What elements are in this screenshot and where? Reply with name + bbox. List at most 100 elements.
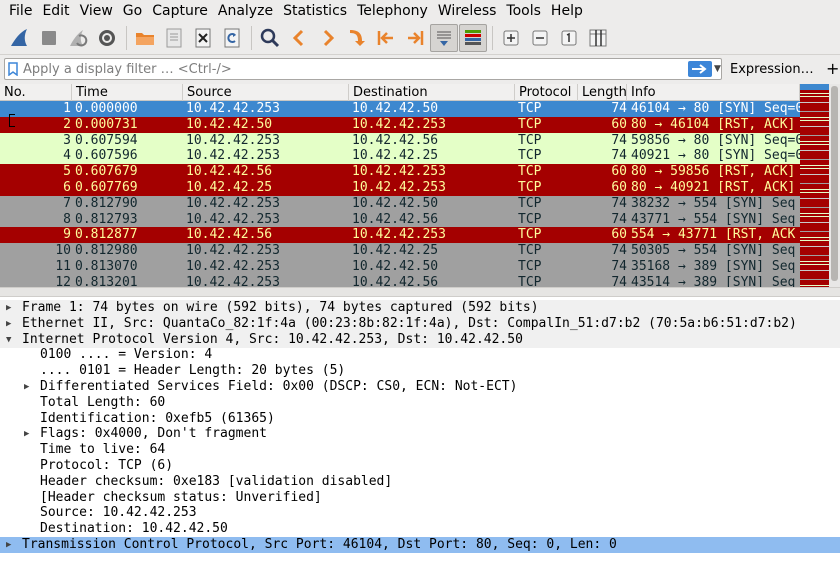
minimap-stripe — [800, 174, 829, 175]
packet-cell-src: 10.42.42.25 — [186, 180, 273, 195]
packet-cell-proto: TCP — [518, 227, 542, 243]
packet-row[interactable]: 2 0.000731 10.42.42.50 10.42.42.253 TCP 60 80 … — [0, 116, 800, 133]
collapsed-arrow-icon[interactable]: ▶ — [6, 537, 16, 553]
col-source-header[interactable]: Source — [183, 84, 349, 101]
go-first-packet-icon[interactable] — [372, 24, 400, 52]
normal-size-icon[interactable] — [555, 24, 583, 52]
packet-minimap[interactable] — [800, 84, 829, 287]
expanded-arrow-icon[interactable]: ▼ — [6, 332, 16, 348]
capture-options-gear-icon[interactable] — [93, 24, 121, 52]
packet-row[interactable]: 4 0.607596 10.42.42.253 10.42.42.25 TCP 74 409… — [0, 148, 800, 165]
menu-go[interactable]: Go — [118, 0, 147, 22]
apply-filter-arrow-icon[interactable] — [688, 61, 712, 77]
reload-file-icon[interactable] — [218, 24, 246, 52]
detail-line[interactable]: Total Length: 60 — [0, 395, 840, 411]
expression-button[interactable]: Expression… — [730, 55, 814, 84]
go-forward-arrow-icon[interactable] — [314, 24, 342, 52]
detail-line[interactable]: Header checksum: 0xe183 [validation disa… — [0, 474, 840, 490]
col-time-header[interactable]: Time — [72, 84, 183, 101]
colorize-packets-icon[interactable] — [459, 24, 487, 52]
add-filter-button[interactable]: + — [826, 55, 839, 83]
minimap-stripe — [800, 237, 829, 238]
filter-bookmark-icon[interactable] — [8, 62, 18, 76]
detail-line[interactable]: Source: 10.42.42.253 — [0, 505, 840, 521]
col-length-header[interactable]: Length — [578, 84, 627, 101]
detail-text: Transmission Control Protocol, Src Port:… — [22, 537, 617, 552]
packet-cell-info: 38232 → 554 [SYN] Seq — [631, 195, 796, 211]
save-file-icon[interactable] — [160, 24, 188, 52]
go-back-arrow-icon[interactable] — [285, 24, 313, 52]
zoom-in-icon[interactable] — [497, 24, 525, 52]
packet-row[interactable]: 11 0.813070 10.42.42.253 10.42.42.50 TCP 74 35… — [0, 259, 800, 275]
col-info-header[interactable]: Info — [627, 84, 800, 101]
packet-row[interactable]: 8 0.812793 10.42.42.253 10.42.42.56 TCP 74 437… — [0, 211, 800, 228]
menu-help[interactable]: Help — [546, 0, 588, 22]
go-to-packet-icon[interactable] — [343, 24, 371, 52]
packet-row[interactable]: 10 0.812980 10.42.42.253 10.42.42.25 TCP 74 50… — [0, 243, 800, 260]
close-file-icon[interactable] — [189, 24, 217, 52]
minimap-stripe — [800, 207, 829, 208]
shark-fin-start-icon[interactable] — [6, 24, 34, 52]
detail-line[interactable]: ▶ Flags: 0x4000, Don't fragment — [0, 426, 840, 442]
detail-line[interactable]: Destination: 10.42.42.50 — [0, 521, 840, 537]
packet-row[interactable]: 6 0.607769 10.42.42.25 10.42.42.253 TCP 60 80 … — [0, 180, 800, 196]
zoom-out-icon[interactable] — [526, 24, 554, 52]
menu-file[interactable]: File — [4, 0, 37, 22]
detail-line[interactable]: Protocol: TCP (6) — [0, 458, 840, 474]
go-last-packet-icon[interactable] — [401, 24, 429, 52]
packet-cell-src: 10.42.42.50 — [186, 116, 273, 132]
resize-columns-icon[interactable] — [584, 24, 612, 52]
detail-line[interactable]: ▶ Differentiated Services Field: 0x00 (DS… — [0, 379, 840, 395]
minimap-stripe — [800, 123, 829, 124]
col-destination-header[interactable]: Destination — [349, 84, 515, 101]
menu-telephony[interactable]: Telephony — [352, 0, 433, 22]
detail-line[interactable]: ▶ Ethernet II, Src: QuantaCo_82:1f:4a (00… — [0, 315, 840, 332]
col-no-header[interactable]: No. — [0, 84, 72, 101]
detail-line[interactable]: Identification: 0xefb5 (61365) — [0, 411, 840, 427]
detail-line[interactable]: .... 0101 = Header Length: 20 bytes (5) — [0, 363, 840, 379]
detail-line[interactable]: Time to live: 64 — [0, 442, 840, 458]
auto-scroll-icon[interactable] — [430, 24, 458, 52]
restart-capture-icon[interactable] — [64, 24, 92, 52]
col-protocol-header[interactable]: Protocol — [515, 84, 578, 101]
collapsed-arrow-icon[interactable]: ▶ — [6, 300, 16, 316]
open-file-folder-icon[interactable] — [131, 24, 159, 52]
minimap-stripe — [800, 264, 829, 265]
menu-statistics[interactable]: Statistics — [278, 0, 352, 22]
menu-capture[interactable]: Capture — [147, 0, 213, 22]
display-filter-input[interactable] — [23, 60, 663, 78]
menu-wireless[interactable]: Wireless — [433, 0, 502, 22]
packet-row[interactable]: 9 0.812877 10.42.42.56 10.42.42.253 TCP 60 554… — [0, 227, 800, 244]
collapsed-arrow-icon[interactable]: ▶ — [24, 426, 34, 442]
packet-row[interactable]: 3 0.607594 10.42.42.253 10.42.42.56 TCP 74 598… — [0, 132, 800, 149]
packet-row[interactable]: 7 0.812790 10.42.42.253 10.42.42.50 TCP 74 382… — [0, 195, 800, 212]
packet-cell-proto: TCP — [518, 180, 542, 195]
packet-row[interactable]: 1 0.000000 10.42.42.253 10.42.42.50 TCP 74 461… — [0, 101, 800, 117]
minimap-stripe — [800, 165, 829, 166]
menu-edit[interactable]: Edit — [37, 0, 74, 22]
detail-line[interactable]: ▶ Transmission Control Protocol, Src Port… — [0, 537, 840, 553]
menu-view[interactable]: View — [75, 0, 118, 22]
packet-row[interactable]: 5 0.607679 10.42.42.56 10.42.42.253 TCP 60 80 … — [0, 164, 800, 181]
detail-line[interactable]: 0100 .... = Version: 4 — [0, 347, 840, 363]
detail-text: Destination: 10.42.42.50 — [40, 521, 228, 537]
collapsed-arrow-icon[interactable]: ▶ — [24, 379, 34, 395]
packet-row[interactable]: 12 0.813201 10.42.42.253 10.42.42.56 TCP 74 43… — [0, 274, 800, 287]
detail-text: Flags: 0x4000, Don't fragment — [40, 426, 267, 442]
filter-history-dropdown-icon[interactable]: ▼ — [714, 64, 721, 74]
menu-analyze[interactable]: Analyze — [213, 0, 278, 22]
packet-cell-dst: 10.42.42.50 — [352, 259, 439, 274]
pane-splitter[interactable] — [0, 287, 840, 297]
minimap-stripe — [800, 231, 829, 232]
detail-line[interactable]: [Header checksum status: Unverified] — [0, 490, 840, 506]
find-packet-magnifier-icon[interactable] — [256, 24, 284, 52]
stop-capture-icon[interactable] — [35, 24, 63, 52]
menu-tools[interactable]: Tools — [501, 0, 546, 22]
detail-line[interactable]: ▶ Frame 1: 74 bytes on wire (592 bits), 7… — [0, 300, 840, 316]
collapsed-arrow-icon[interactable]: ▶ — [6, 316, 16, 332]
packet-list-scrollbar[interactable] — [829, 84, 840, 287]
scrollbar-thumb[interactable] — [831, 86, 838, 281]
detail-line[interactable]: ▼ Internet Protocol Version 4, Src: 10.42… — [0, 331, 840, 348]
minimap-stripe — [800, 246, 829, 247]
detail-text: [Header checksum status: Unverified] — [40, 489, 322, 505]
